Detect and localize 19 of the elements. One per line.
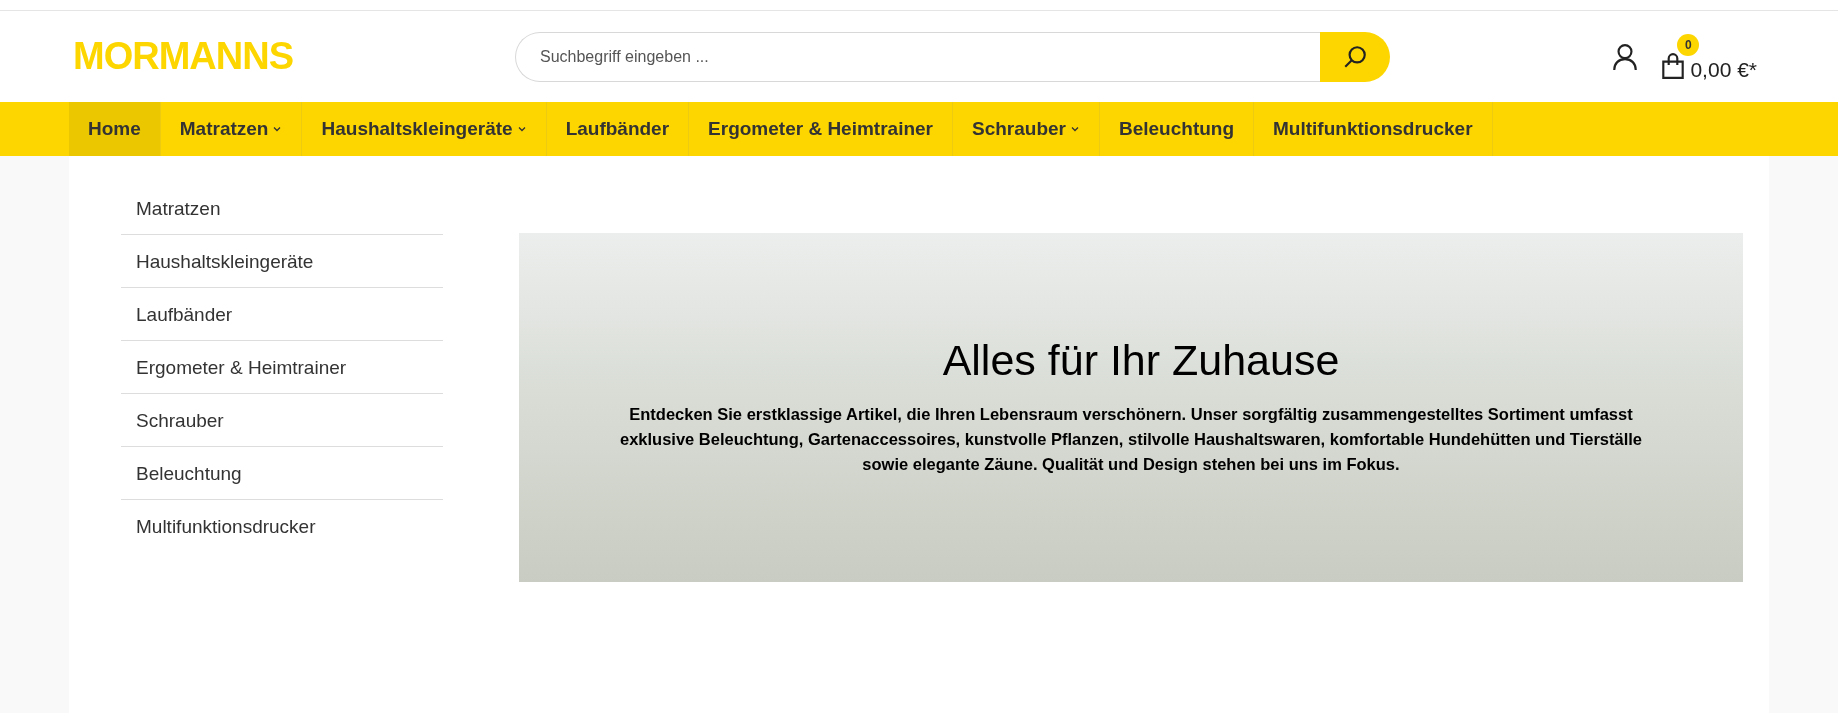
nav-tab[interactable]: Home bbox=[69, 102, 161, 156]
account-button[interactable] bbox=[1612, 42, 1639, 71]
hero-title: Alles für Ihr Zuhause bbox=[941, 334, 1340, 386]
cart-count-badge: 0 bbox=[1677, 33, 1700, 56]
sidebar-category-link[interactable]: Laufbänder bbox=[121, 288, 443, 341]
sidebar-category-link[interactable]: Schrauber bbox=[121, 394, 443, 447]
cart-button[interactable]: 0,00 €* 0 bbox=[1660, 33, 1757, 80]
sidebar-category-link[interactable]: Ergometer & Heimtrainer bbox=[121, 341, 443, 394]
sidebar-category-link[interactable]: Haushaltskleingeräte bbox=[121, 235, 443, 288]
shopping-bag-icon bbox=[1660, 51, 1687, 80]
search-icon bbox=[1342, 43, 1368, 70]
sidebar-category-link[interactable]: Beleuchtung bbox=[121, 447, 443, 500]
user-icon bbox=[1612, 42, 1639, 71]
cart-total: 0,00 €* bbox=[1690, 58, 1757, 80]
sidebar-category-link[interactable]: Matratzen bbox=[121, 182, 443, 235]
search-field[interactable]: Suchbegriff eingeben ... bbox=[515, 31, 1320, 82]
sidebar-category-link[interactable]: Multifunktionsdrucker bbox=[121, 500, 443, 553]
search-button[interactable] bbox=[1320, 31, 1390, 82]
hero-description: Entdecken Sie erstklassige Artikel, die Ihren Lebensraum verschönern. Unser sorgfältig zusammengestelltes Sortiment umfasst exklusive Beleuchtung, Gartenaccessoires, kunstvolle Pflanzen, stilvolle Haushaltswaren, komfortable Hundehütten und Tierställe sowie elegante Zäune. Qualität und Design stehen bei uns im Fokus. bbox=[618, 404, 1644, 476]
